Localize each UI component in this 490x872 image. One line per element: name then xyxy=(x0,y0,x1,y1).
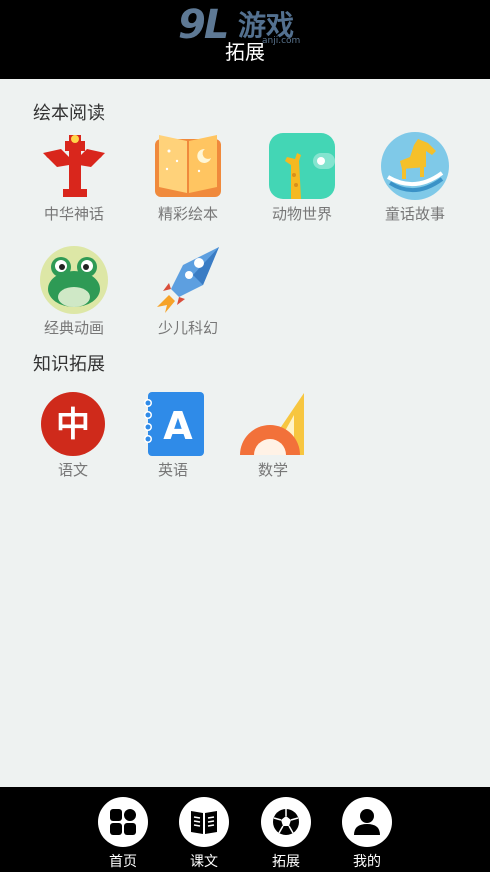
tile-label: 童话故事 xyxy=(384,205,445,223)
ball-icon xyxy=(273,809,299,835)
section-title-knowledge: 知识拓展 xyxy=(33,354,105,375)
open-book-icon xyxy=(155,135,221,197)
letter-a-notebook-icon: A xyxy=(144,392,204,456)
tab-home[interactable]: 首页 xyxy=(93,797,153,871)
giraffe-icon xyxy=(269,133,335,199)
section-title-picture-books: 绘本阅读 xyxy=(33,103,105,124)
tile-picture-books[interactable]: 精彩绘本 xyxy=(138,131,238,224)
tab-mine[interactable]: 我的 xyxy=(337,797,397,871)
tile-classic-animation[interactable]: 经典动画 xyxy=(24,245,124,338)
tile-label: 动物世界 xyxy=(271,205,332,223)
tile-chinese-myths[interactable]: 中华神话 xyxy=(24,131,124,224)
book-icon xyxy=(191,811,217,834)
grid-icon xyxy=(110,809,136,835)
rocking-horse-icon xyxy=(381,132,449,200)
tab-label: 我的 xyxy=(353,854,381,870)
frog-icon xyxy=(40,246,108,314)
tile-fairy-tales[interactable]: 童话故事 xyxy=(365,131,465,224)
bottom-tab-bar: 首页 课文 拓展 我的 xyxy=(0,787,490,872)
tile-english[interactable]: A 英语 xyxy=(123,391,223,480)
tile-animal-world[interactable]: 动物世界 xyxy=(252,131,352,224)
tab-label: 首页 xyxy=(109,854,137,870)
tile-math[interactable]: 数学 xyxy=(223,391,323,480)
tile-label: 中华神话 xyxy=(43,205,104,223)
tile-label: 语文 xyxy=(57,461,88,479)
tile-sci-fi[interactable]: 少儿科幻 xyxy=(138,245,238,338)
svg-text:中: 中 xyxy=(56,405,90,445)
tab-label: 拓展 xyxy=(272,854,300,870)
protractor-icon xyxy=(240,393,304,455)
tab-lessons[interactable]: 课文 xyxy=(174,797,234,871)
svg-text:A: A xyxy=(163,404,193,448)
tile-label: 英语 xyxy=(157,461,188,479)
page-title: 拓展 xyxy=(225,40,265,64)
top-bar: 9L 游戏 anji.com 拓展 xyxy=(0,0,490,79)
tile-label: 精彩绘本 xyxy=(157,205,218,223)
tab-expand[interactable]: 拓展 xyxy=(256,797,316,871)
chinese-char-icon: 中 xyxy=(41,392,105,456)
totem-icon xyxy=(43,135,105,197)
user-icon xyxy=(354,809,380,835)
rocket-icon xyxy=(157,247,219,313)
tile-chinese[interactable]: 中 语文 xyxy=(23,391,123,480)
tile-label: 经典动画 xyxy=(43,319,104,337)
tile-label: 数学 xyxy=(257,461,288,479)
tile-label: 少儿科幻 xyxy=(157,319,218,337)
tab-label: 课文 xyxy=(190,854,218,870)
